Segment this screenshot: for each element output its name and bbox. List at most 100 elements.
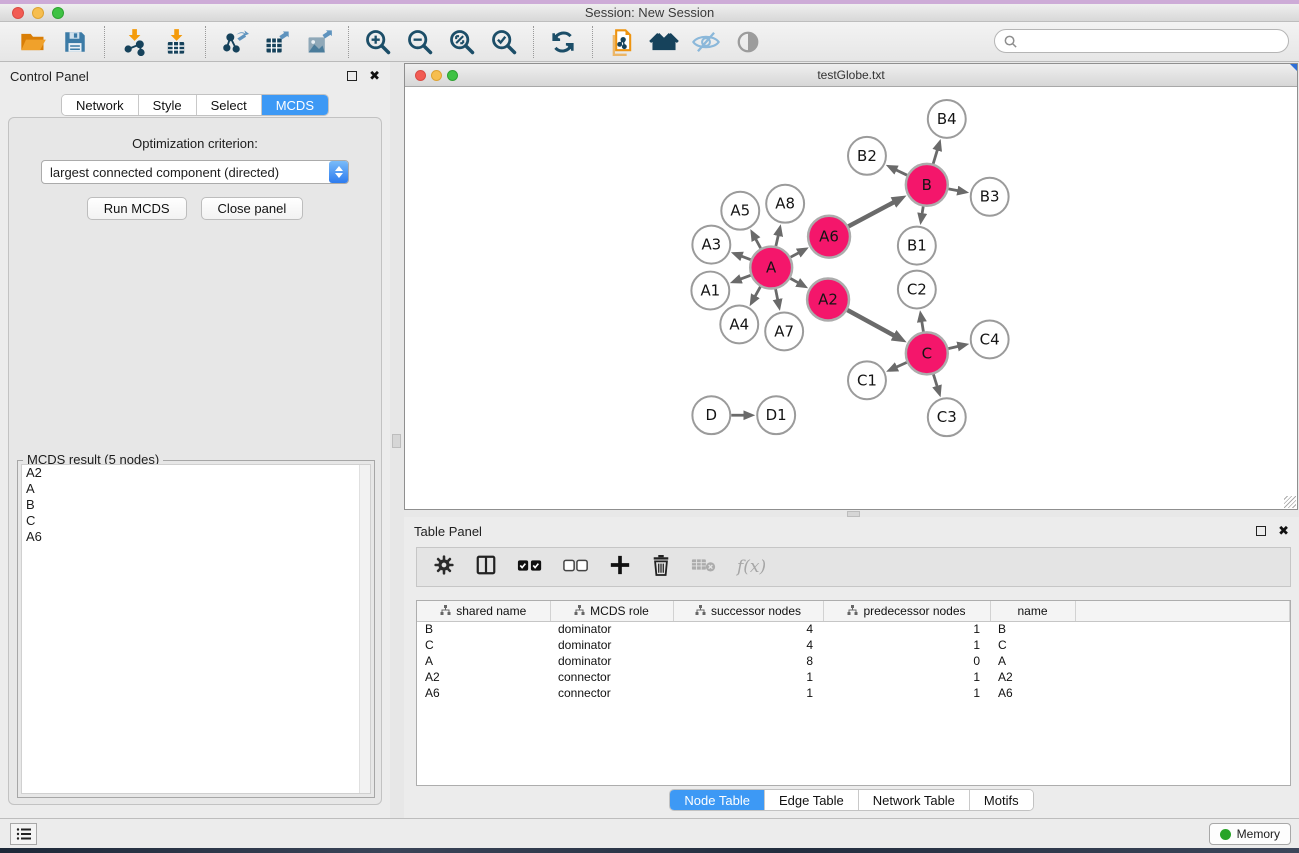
open-file-icon[interactable] xyxy=(18,27,48,57)
cell[interactable]: 1 xyxy=(673,685,823,701)
export-image-icon[interactable] xyxy=(304,27,334,57)
node-B2[interactable]: B2 xyxy=(848,137,886,175)
close-panel-icon[interactable]: ✖ xyxy=(369,71,380,81)
edge-A-A2[interactable] xyxy=(790,278,798,283)
node-A[interactable]: A xyxy=(750,247,792,289)
export-network-icon[interactable] xyxy=(220,27,250,57)
table-row[interactable]: A6connector11A6 xyxy=(417,685,1290,701)
node-C1[interactable]: C1 xyxy=(848,361,886,399)
node-A6[interactable]: A6 xyxy=(808,216,850,258)
edge-B-B3[interactable] xyxy=(948,189,958,191)
col-name[interactable]: name xyxy=(990,601,1075,621)
node-A8[interactable]: A8 xyxy=(766,185,804,223)
tab-network[interactable]: Network xyxy=(62,95,139,115)
cell[interactable]: A2 xyxy=(990,669,1075,685)
cell[interactable]: 1 xyxy=(673,669,823,685)
result-list-item[interactable]: B xyxy=(22,497,370,513)
node-A3[interactable]: A3 xyxy=(692,226,730,264)
import-table-icon[interactable] xyxy=(161,27,191,57)
cell[interactable]: 1 xyxy=(823,669,990,685)
node-C2[interactable]: C2 xyxy=(898,271,936,309)
cell[interactable]: 1 xyxy=(823,685,990,701)
table-settings-icon[interactable] xyxy=(433,554,455,581)
cell[interactable]: B xyxy=(417,621,550,637)
node-A5[interactable]: A5 xyxy=(721,192,759,230)
table-row[interactable]: Cdominator41C xyxy=(417,637,1290,653)
tab-select[interactable]: Select xyxy=(197,95,262,115)
cell[interactable]: dominator xyxy=(550,653,673,669)
float-panel-icon[interactable] xyxy=(347,71,357,81)
search-box[interactable] xyxy=(994,29,1289,53)
network-canvas[interactable]: B4B2BB3A8A5A6A3B1AA1C2A2A4A7C4CC1DD1C3 xyxy=(405,87,1297,509)
edge-C-C2[interactable] xyxy=(922,321,924,332)
node-A2[interactable]: A2 xyxy=(807,279,849,321)
edge-B-B4[interactable] xyxy=(933,149,937,163)
cell[interactable]: A6 xyxy=(990,685,1075,701)
horizontal-splitter[interactable] xyxy=(404,510,1299,517)
table-row[interactable]: Adominator80A xyxy=(417,653,1290,669)
col-mcds-role[interactable]: MCDS role xyxy=(550,601,673,621)
col-shared-name[interactable]: shared name xyxy=(417,601,550,621)
cell[interactable]: 4 xyxy=(673,637,823,653)
edge-C-C3[interactable] xyxy=(933,374,937,386)
cell[interactable]: 4 xyxy=(673,621,823,637)
run-mcds-button[interactable]: Run MCDS xyxy=(87,197,187,220)
edge-A2-C[interactable] xyxy=(847,310,894,336)
zoom-selected-icon[interactable] xyxy=(489,27,519,57)
cell[interactable]: 1 xyxy=(823,621,990,637)
node-B3[interactable]: B3 xyxy=(971,178,1009,216)
save-session-icon[interactable] xyxy=(60,27,90,57)
optimization-criterion-select[interactable]: largest connected component (directed) xyxy=(41,160,349,184)
import-network-icon[interactable] xyxy=(119,27,149,57)
result-list-item[interactable]: A xyxy=(22,481,370,497)
splitter-grip[interactable] xyxy=(392,434,401,448)
vertical-splitter[interactable] xyxy=(390,62,404,818)
cell[interactable]: C xyxy=(417,637,550,653)
edge-A-A5[interactable] xyxy=(756,239,761,249)
tab-motifs[interactable]: Motifs xyxy=(970,790,1033,810)
node-C4[interactable]: C4 xyxy=(971,320,1009,358)
memory-button[interactable]: Memory xyxy=(1209,823,1291,845)
tab-style[interactable]: Style xyxy=(139,95,197,115)
tab-node-table[interactable]: Node Table xyxy=(670,790,765,810)
result-list-item[interactable]: C xyxy=(22,513,370,529)
cell[interactable]: dominator xyxy=(550,621,673,637)
edge-A-A8[interactable] xyxy=(776,235,778,246)
col-successor-nodes[interactable]: successor nodes xyxy=(673,601,823,621)
zoom-in-icon[interactable] xyxy=(363,27,393,57)
node-A7[interactable]: A7 xyxy=(765,312,803,350)
cell[interactable]: 1 xyxy=(823,637,990,653)
edge-A6-B[interactable] xyxy=(848,202,894,226)
node-B1[interactable]: B1 xyxy=(898,227,936,265)
cell[interactable]: 0 xyxy=(823,653,990,669)
table-row[interactable]: A2connector11A2 xyxy=(417,669,1290,685)
table-row[interactable]: Bdominator41B xyxy=(417,621,1290,637)
delete-column-icon[interactable] xyxy=(651,554,671,581)
cell[interactable]: A xyxy=(990,653,1075,669)
tab-mcds[interactable]: MCDS xyxy=(262,95,328,115)
home-layout-icon[interactable] xyxy=(649,27,679,57)
edge-C-C4[interactable] xyxy=(948,346,958,348)
refresh-icon[interactable] xyxy=(548,27,578,57)
show-columns-icon[interactable] xyxy=(475,554,497,581)
cell[interactable]: 8 xyxy=(673,653,823,669)
zoom-fit-icon[interactable] xyxy=(447,27,477,57)
node-D1[interactable]: D1 xyxy=(757,396,795,434)
zoom-out-icon[interactable] xyxy=(405,27,435,57)
close-panel-button[interactable]: Close panel xyxy=(201,197,304,220)
result-list-scrollbar[interactable] xyxy=(359,465,370,793)
edge-A-A4[interactable] xyxy=(755,287,760,297)
edge-A-A7[interactable] xyxy=(776,289,778,300)
tab-network-table[interactable]: Network Table xyxy=(859,790,970,810)
select-all-icon[interactable] xyxy=(517,556,543,579)
task-history-button[interactable] xyxy=(10,823,37,845)
mcds-result-list[interactable]: A2ABCA6 xyxy=(21,464,371,794)
node-C3[interactable]: C3 xyxy=(928,398,966,436)
result-list-item[interactable]: A2 xyxy=(22,465,370,481)
edge-C-C1[interactable] xyxy=(896,362,907,367)
node-B[interactable]: B xyxy=(906,164,948,206)
resize-grip-icon[interactable] xyxy=(1284,496,1296,508)
cell[interactable]: connector xyxy=(550,685,673,701)
network-window-titlebar[interactable]: testGlobe.txt xyxy=(405,64,1297,87)
cell[interactable]: connector xyxy=(550,669,673,685)
